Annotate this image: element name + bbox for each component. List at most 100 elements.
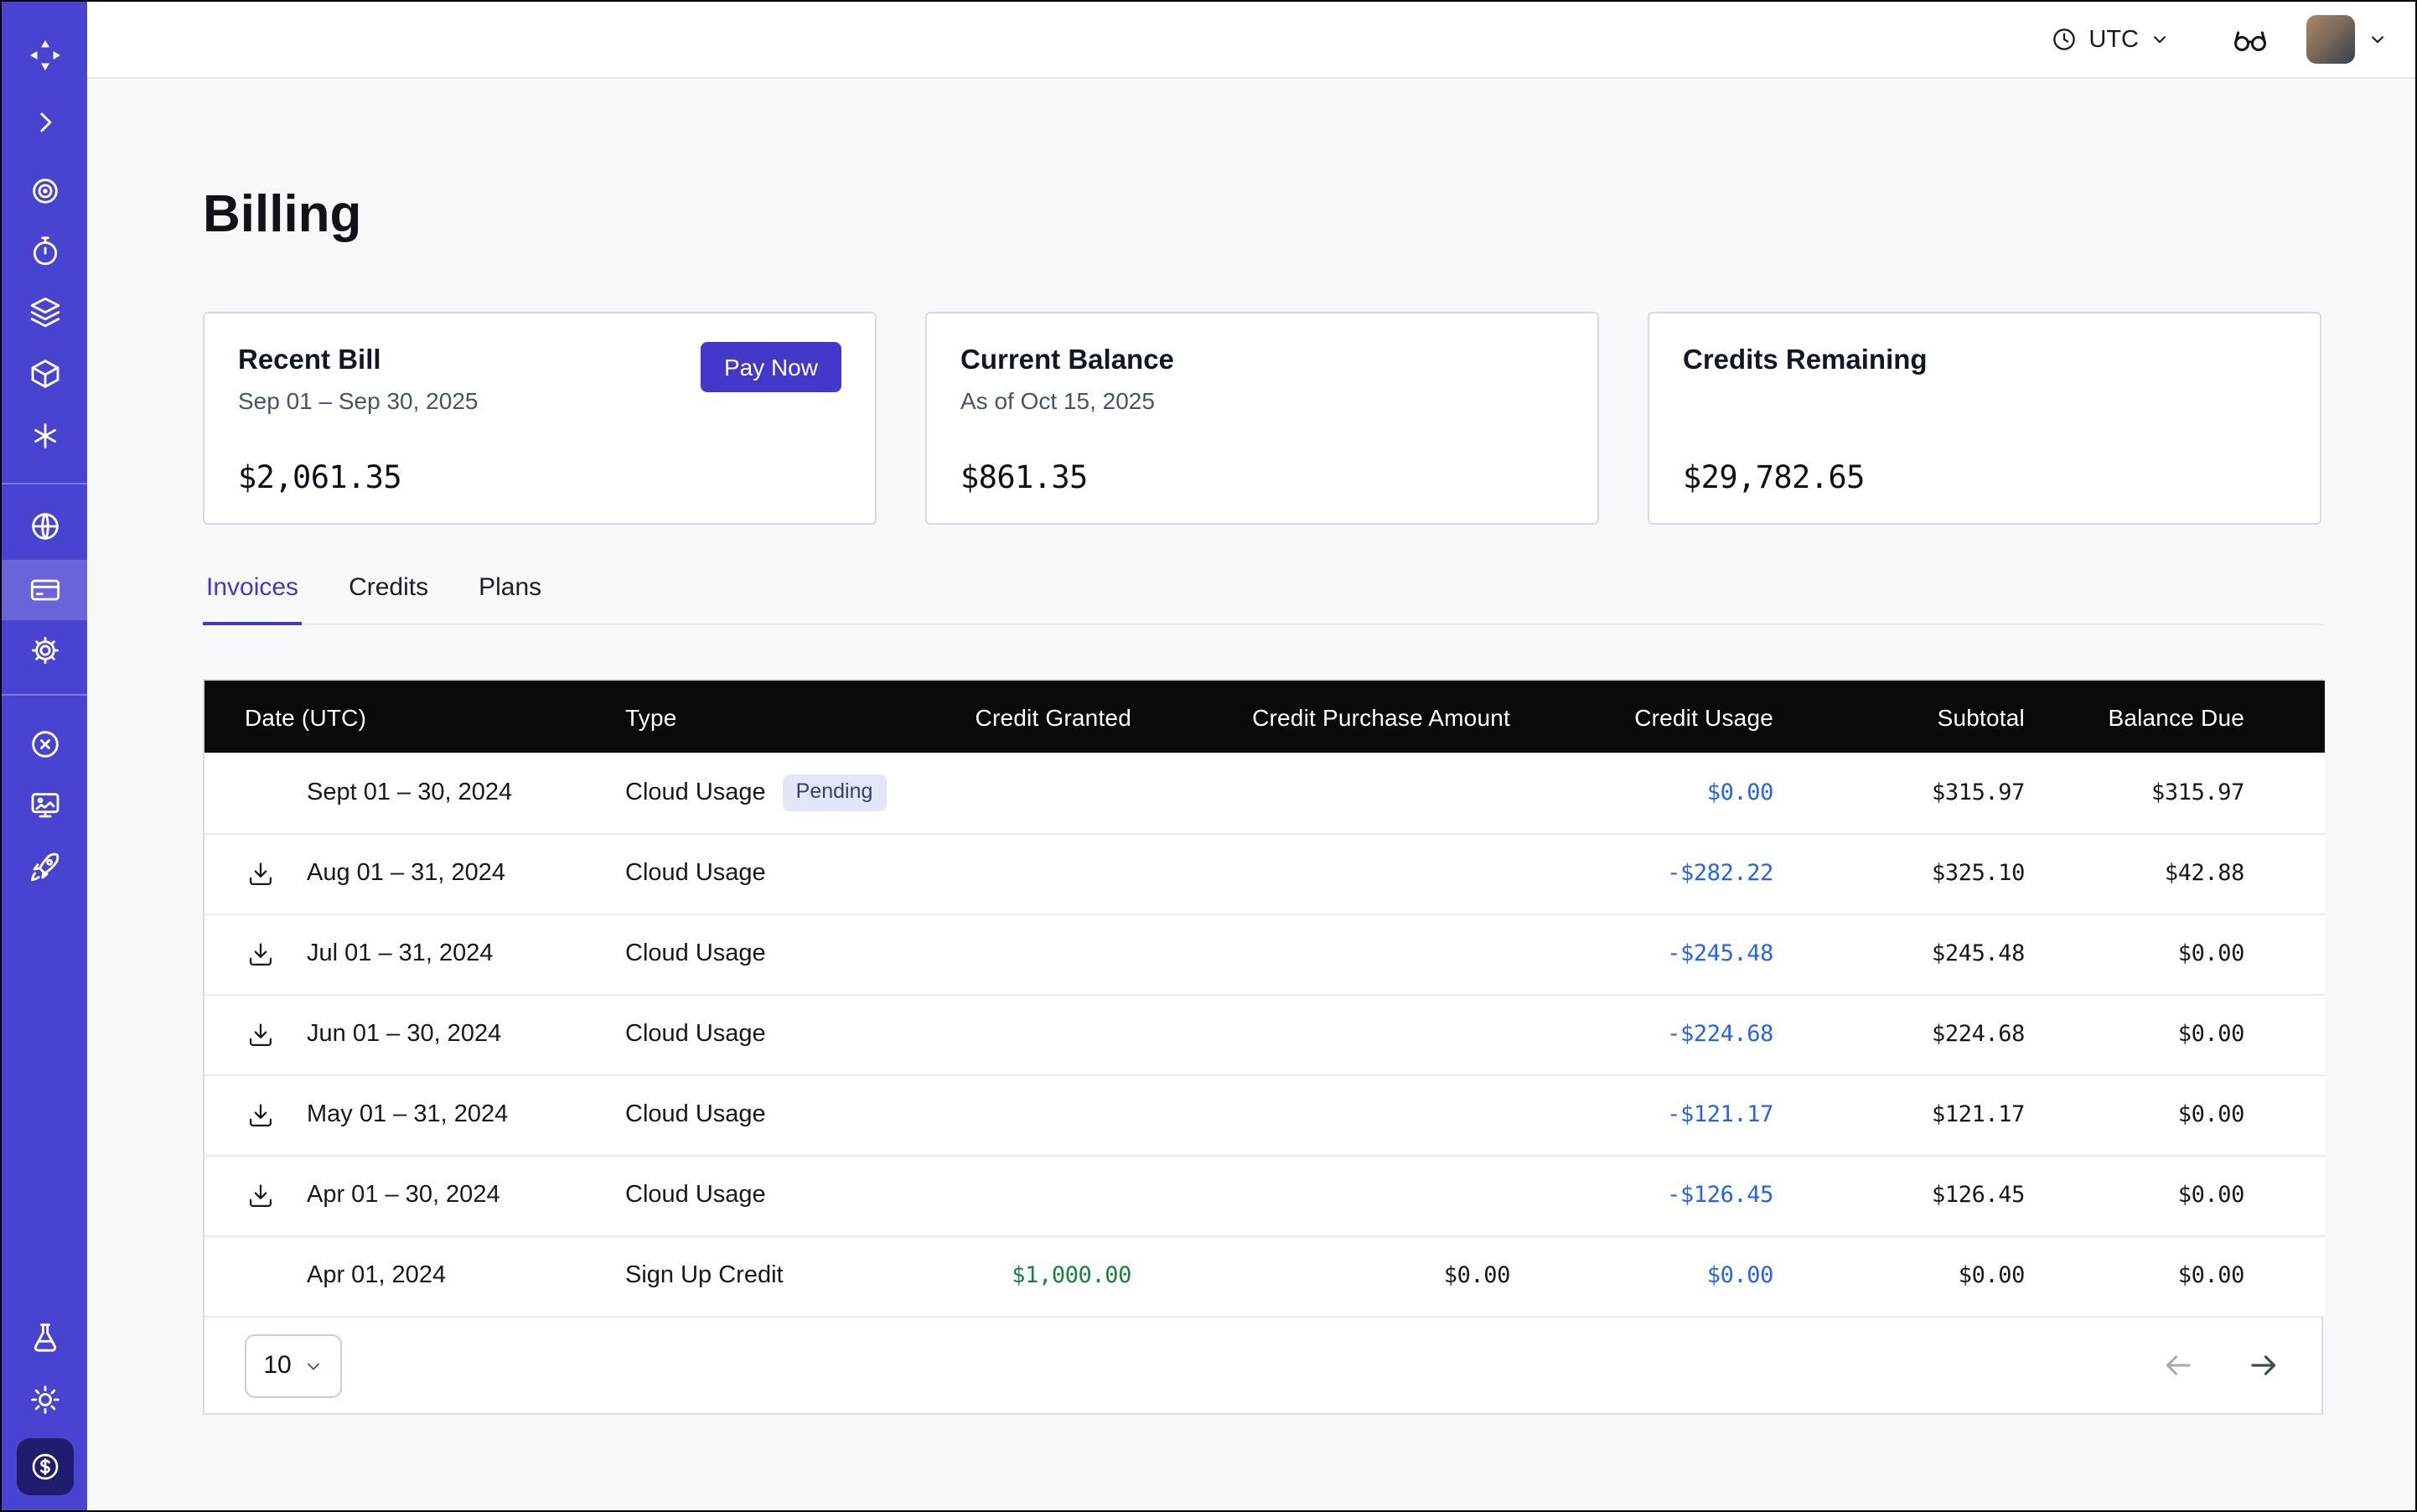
column-header: Type bbox=[624, 681, 930, 753]
topbar: UTC bbox=[87, 2, 2415, 79]
table-row: Jun 01 – 30, 2024 Cloud Usage -$224.68 $… bbox=[204, 994, 2325, 1074]
expand-sidebar-chevron-icon[interactable] bbox=[2, 92, 87, 153]
card-title: Recent Bill bbox=[238, 342, 478, 379]
card-subtitle: As of Oct 15, 2025 bbox=[960, 384, 1174, 417]
table-footer: 10 bbox=[204, 1316, 2321, 1413]
page-title: Billing bbox=[203, 183, 361, 245]
display-icon[interactable] bbox=[2, 774, 87, 835]
dollar-circle-icon[interactable] bbox=[16, 1438, 73, 1495]
credit-usage-cell: $0.00 bbox=[1550, 753, 1814, 833]
gear-icon[interactable] bbox=[2, 620, 87, 681]
download-icon bbox=[246, 1181, 275, 1209]
invoice-type: Sign Up Credit bbox=[625, 1263, 784, 1290]
credit-purchase-cell bbox=[1172, 1074, 1550, 1155]
credit-granted-cell: $1,000.00 bbox=[930, 1235, 1172, 1316]
table-row: Sept 01 – 30, 2024 Cloud Usage Pending $0… bbox=[204, 753, 2325, 833]
subtotal-cell: $126.45 bbox=[1814, 1155, 2065, 1235]
x-circle-icon[interactable] bbox=[2, 714, 87, 774]
pay-now-button[interactable]: Pay Now bbox=[701, 342, 841, 392]
credit-purchase-cell bbox=[1172, 994, 1550, 1074]
credit-usage-cell: -$282.22 bbox=[1550, 833, 1814, 914]
download-invoice-button[interactable] bbox=[246, 1100, 275, 1129]
glasses-icon[interactable] bbox=[2231, 20, 2269, 59]
sidebar-divider bbox=[2, 483, 87, 484]
clock-icon bbox=[2050, 25, 2078, 54]
asterisk-icon[interactable] bbox=[2, 406, 87, 466]
invoice-date: Jun 01 – 30, 2024 bbox=[307, 1021, 501, 1048]
invoice-type: Cloud Usage bbox=[625, 940, 766, 967]
download-icon bbox=[246, 1020, 275, 1049]
download-icon bbox=[246, 1100, 275, 1129]
download-invoice-button[interactable] bbox=[246, 1020, 275, 1049]
table-row: Aug 01 – 31, 2024 Cloud Usage -$282.22 $… bbox=[204, 833, 2325, 914]
pagination-controls bbox=[2161, 1348, 2281, 1383]
credit-granted-cell bbox=[930, 914, 1172, 994]
column-header: Subtotal bbox=[1814, 681, 2065, 753]
table-header-row: Date (UTC)TypeCredit GrantedCredit Purch… bbox=[204, 681, 2325, 753]
credit-purchase-cell bbox=[1172, 1155, 1550, 1235]
credit-granted-cell bbox=[930, 994, 1172, 1074]
balance-due-cell: $0.00 bbox=[2065, 994, 2325, 1074]
credit-card-icon[interactable] bbox=[2, 560, 87, 620]
credits-remaining-card: Credits Remaining $29,782.65 bbox=[1648, 312, 2321, 525]
credit-purchase-cell bbox=[1172, 914, 1550, 994]
chevron-down-icon bbox=[303, 1355, 323, 1375]
flask-icon[interactable] bbox=[2, 1307, 87, 1368]
billing-tabs: Invoices Credits Plans bbox=[203, 573, 2323, 625]
invoice-date: Sept 01 – 30, 2024 bbox=[307, 779, 512, 806]
card-subtitle: Sep 01 – Sep 30, 2025 bbox=[238, 384, 478, 417]
column-header: Credit Usage bbox=[1550, 681, 1814, 753]
download-invoice-button[interactable] bbox=[246, 940, 275, 968]
subtotal-cell: $325.10 bbox=[1814, 833, 2065, 914]
tab-credits[interactable]: Credits bbox=[345, 573, 432, 624]
sidebar-divider bbox=[2, 694, 87, 696]
next-page-button[interactable] bbox=[2246, 1348, 2281, 1383]
table-row: Apr 01, 2024 Sign Up Credit $1,000.00 $0… bbox=[204, 1235, 2325, 1316]
sun-icon[interactable] bbox=[2, 1370, 87, 1430]
balance-due-cell: $0.00 bbox=[2065, 1074, 2325, 1155]
credit-purchase-cell bbox=[1172, 833, 1550, 914]
tab-invoices[interactable]: Invoices bbox=[203, 573, 302, 624]
balance-due-cell: $315.97 bbox=[2065, 753, 2325, 833]
balance-due-cell: $0.00 bbox=[2065, 1235, 2325, 1316]
column-header: Credit Purchase Amount bbox=[1172, 681, 1550, 753]
recent-bill-amount: $2,061.35 bbox=[238, 461, 841, 496]
timezone-label: UTC bbox=[2088, 26, 2139, 53]
sidebar bbox=[2, 2, 87, 1510]
invoice-date: May 01 – 31, 2024 bbox=[307, 1101, 508, 1128]
invoice-type: Cloud Usage bbox=[625, 1101, 766, 1128]
credit-granted-cell bbox=[930, 1155, 1172, 1235]
invoice-type: Cloud Usage bbox=[625, 779, 766, 806]
page-size-select[interactable]: 10 bbox=[245, 1333, 342, 1397]
timezone-selector[interactable]: UTC bbox=[2050, 25, 2171, 54]
invoice-table-body: Sept 01 – 30, 2024 Cloud Usage Pending $0… bbox=[204, 753, 2325, 1316]
column-header: Balance Due bbox=[2065, 681, 2325, 753]
account-menu[interactable] bbox=[2306, 15, 2389, 64]
column-header: Date (UTC) bbox=[204, 681, 624, 753]
previous-page-button[interactable] bbox=[2161, 1348, 2196, 1383]
credit-granted-cell bbox=[930, 753, 1172, 833]
subtotal-cell: $315.97 bbox=[1814, 753, 2065, 833]
page-size-value: 10 bbox=[263, 1351, 291, 1380]
avatar[interactable] bbox=[2306, 15, 2355, 64]
timer-icon[interactable] bbox=[2, 221, 87, 282]
invoice-date: Apr 01, 2024 bbox=[307, 1263, 446, 1290]
layers-icon[interactable] bbox=[2, 282, 87, 342]
credit-usage-cell: -$245.48 bbox=[1550, 914, 1814, 994]
credit-granted-cell bbox=[930, 833, 1172, 914]
globe-icon[interactable] bbox=[2, 496, 87, 557]
download-invoice-button[interactable] bbox=[246, 859, 275, 888]
download-icon bbox=[246, 940, 275, 968]
app-window: UTC Billing Recent Bill Sep 01 – Sep 30,… bbox=[0, 0, 2417, 1512]
invoice-type: Cloud Usage bbox=[625, 1182, 766, 1209]
target-icon[interactable] bbox=[2, 161, 87, 221]
status-badge: Pending bbox=[783, 774, 887, 811]
tab-plans[interactable]: Plans bbox=[475, 573, 545, 624]
subtotal-cell: $224.68 bbox=[1814, 994, 2065, 1074]
package-icon[interactable] bbox=[2, 344, 87, 404]
rocket-icon[interactable] bbox=[2, 836, 87, 897]
download-invoice-button[interactable] bbox=[246, 1181, 275, 1209]
invoice-date: Aug 01 – 31, 2024 bbox=[307, 860, 505, 887]
logo-icon[interactable] bbox=[2, 25, 87, 85]
invoice-type: Cloud Usage bbox=[625, 860, 766, 887]
